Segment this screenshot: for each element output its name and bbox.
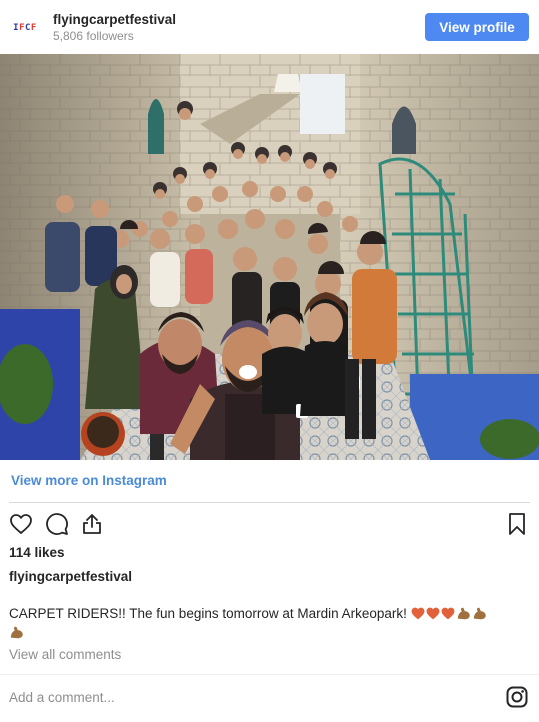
profile-avatar[interactable]: IFCF	[10, 13, 40, 43]
header-username[interactable]: flyingcarpetfestival	[53, 12, 176, 27]
heart-outline-icon[interactable]	[8, 511, 34, 537]
heart-emoji-icon	[426, 607, 440, 620]
instagram-logo-icon[interactable]	[504, 684, 530, 710]
heart-emoji-icon	[411, 607, 425, 620]
flexed-biceps-emoji-icon	[457, 607, 470, 620]
share-upload-icon[interactable]	[79, 511, 105, 537]
flexed-biceps-emoji-icon	[473, 607, 486, 620]
caption-username[interactable]: flyingcarpetfestival	[9, 569, 132, 584]
bookmark-icon[interactable]	[504, 511, 530, 537]
view-more-on-instagram-link[interactable]: View more on Instagram	[11, 473, 167, 488]
divider	[9, 502, 530, 503]
view-all-comments-link[interactable]: View all comments	[9, 647, 121, 662]
caption-text: CARPET RIDERS!! The fun begins tomorrow …	[9, 606, 407, 621]
like-count[interactable]: 114 likes	[9, 545, 65, 560]
view-profile-button[interactable]: View profile	[425, 13, 529, 41]
heart-emoji-icon	[441, 607, 455, 620]
post-caption: CARPET RIDERS!! The fun begins tomorrow …	[9, 604, 529, 642]
group-selfie-photo	[0, 54, 539, 460]
post-header: IFCF flyingcarpetfestival 5,806 follower…	[0, 0, 539, 54]
flexed-biceps-emoji-icon	[10, 626, 23, 639]
follower-count: 5,806 followers	[53, 29, 134, 43]
avatar-logo: IFCF	[13, 23, 37, 33]
post-photo[interactable]	[0, 54, 539, 460]
add-comment-input[interactable]	[9, 686, 449, 708]
divider	[0, 674, 539, 675]
comment-bubble-icon[interactable]	[44, 511, 70, 537]
